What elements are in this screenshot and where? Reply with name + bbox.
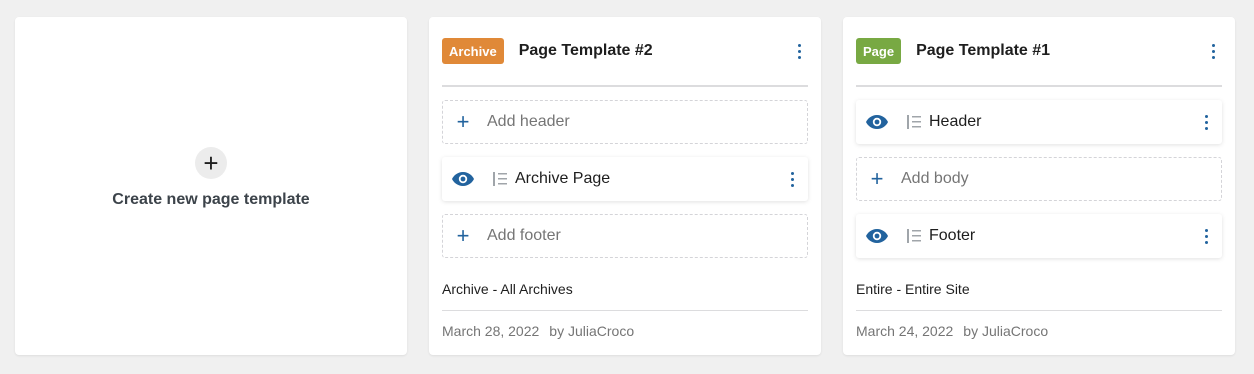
slot-label: Add header <box>487 113 570 130</box>
plus-icon: + <box>456 223 470 248</box>
slot-label: Add footer <box>487 227 561 244</box>
more-options-icon[interactable] <box>1197 110 1215 134</box>
template-header: Page Page Template #1 <box>856 38 1222 64</box>
more-options-icon[interactable] <box>790 39 808 63</box>
display-condition: Archive - All Archives <box>442 281 573 297</box>
author: by JuliaCroco <box>549 323 635 339</box>
add-body-button[interactable]: + Add body <box>856 157 1222 201</box>
slot-label: Header <box>929 113 982 130</box>
template-part-icon <box>493 172 507 186</box>
template-title: Page Template #1 <box>916 42 1051 59</box>
eye-icon[interactable] <box>866 115 888 129</box>
template-part-icon <box>907 229 921 243</box>
create-template-card[interactable]: + Create new page template <box>15 17 407 355</box>
author: by JuliaCroco <box>963 323 1049 339</box>
eye-icon[interactable] <box>866 229 888 243</box>
display-condition: Entire - Entire Site <box>856 281 970 297</box>
template-card: Archive Page Template #2 + Add header Ar… <box>429 17 821 355</box>
type-badge: Page <box>856 38 902 64</box>
date: March 28, 2022 <box>442 323 540 339</box>
divider <box>856 85 1222 87</box>
date: March 24, 2022 <box>856 323 954 339</box>
slot-label: Archive Page <box>515 170 611 187</box>
plus-icon: + <box>870 166 884 191</box>
template-meta: March 28, 2022 by JuliaCroco <box>442 323 808 339</box>
template-part-item[interactable]: Header <box>856 100 1222 144</box>
eye-icon[interactable] <box>452 172 474 186</box>
slot-label: Add body <box>901 170 969 187</box>
template-part-item[interactable]: Footer <box>856 214 1222 258</box>
template-part-item[interactable]: Archive Page <box>442 157 808 201</box>
template-header: Archive Page Template #2 <box>442 38 808 64</box>
more-options-icon[interactable] <box>1197 224 1215 248</box>
template-title: Page Template #2 <box>518 42 653 59</box>
add-header-button[interactable]: + Add header <box>442 100 808 144</box>
slot-label: Footer <box>929 227 976 244</box>
divider <box>442 310 808 311</box>
create-template-label[interactable]: Create new page template <box>15 191 407 209</box>
more-options-icon[interactable] <box>1204 39 1222 63</box>
template-meta: March 24, 2022 by JuliaCroco <box>856 323 1222 339</box>
divider <box>856 310 1222 311</box>
divider <box>442 85 808 87</box>
template-part-icon <box>907 115 921 129</box>
plus-icon[interactable]: + <box>195 147 227 179</box>
create-template-area[interactable]: + Create new page template <box>15 147 407 209</box>
plus-icon: + <box>456 109 470 134</box>
type-badge: Archive <box>442 38 504 64</box>
template-card: Page Page Template #1 Header + Add body … <box>843 17 1235 355</box>
add-footer-button[interactable]: + Add footer <box>442 214 808 258</box>
more-options-icon[interactable] <box>783 167 801 191</box>
